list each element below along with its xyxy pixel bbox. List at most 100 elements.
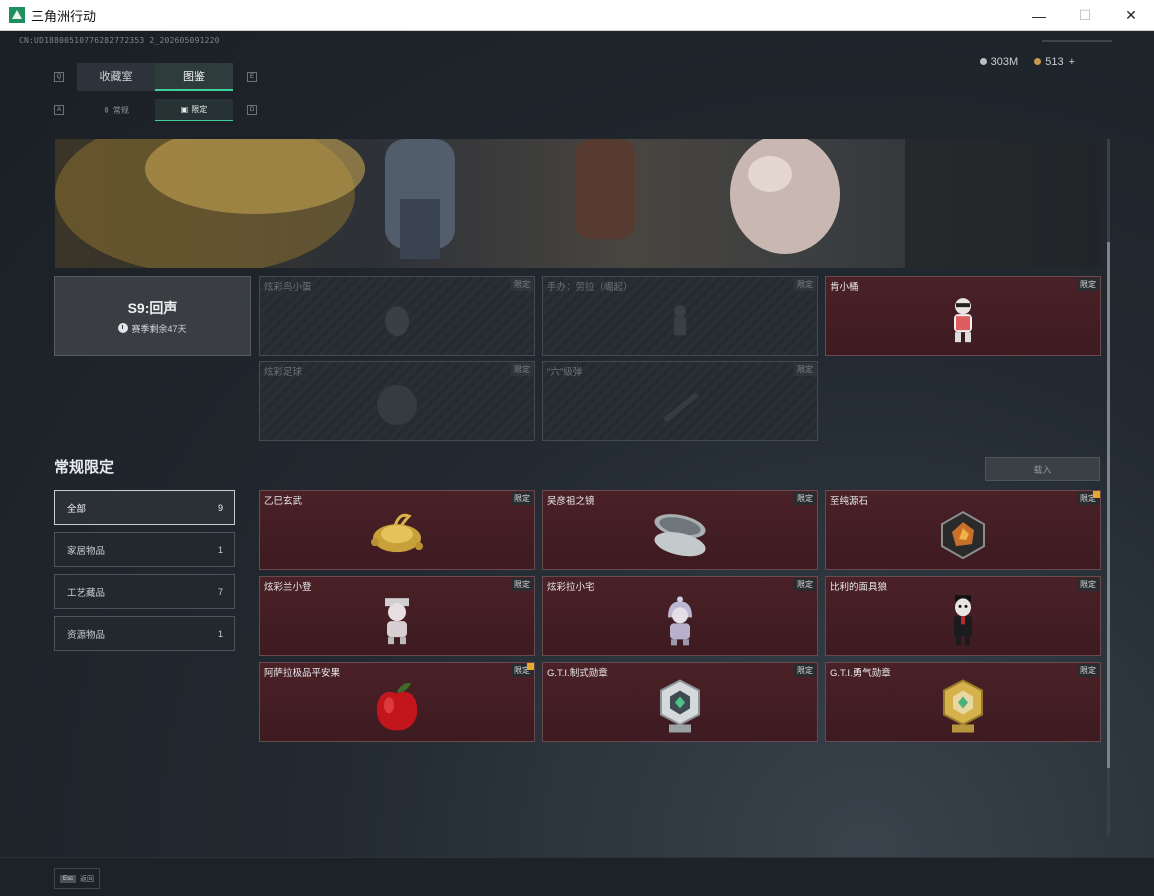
collection-item-card[interactable]: 炫彩拉小宅 限定 xyxy=(542,576,818,656)
item-name: 阿萨拉极品平安果 xyxy=(264,668,341,679)
limited-badge: 限定 xyxy=(794,363,816,376)
filter-count: 1 xyxy=(217,628,223,639)
item-name: 吴彦祖之镜 xyxy=(547,496,595,507)
maximize-button[interactable]: ☐ xyxy=(1062,0,1108,31)
hooded-figurine-icon xyxy=(668,596,692,646)
season-item-card[interactable]: 炫彩鸟小蛋 限定 xyxy=(259,276,535,356)
top-divider xyxy=(1042,40,1112,42)
silver-medal-icon xyxy=(660,679,700,733)
gold-medal-icon xyxy=(943,679,983,733)
hint-key-a: A xyxy=(54,105,64,115)
silver-currency: 303M xyxy=(979,56,1019,68)
minimize-button[interactable]: — xyxy=(1016,0,1062,31)
football-icon xyxy=(377,385,417,425)
limited-badge: 限定 xyxy=(1077,278,1099,291)
item-name: G.T.I.勇气勋章 xyxy=(830,668,891,679)
tab-regular[interactable]: ⚱ 常规 xyxy=(77,99,155,121)
season-item-card[interactable]: 炫彩足球 限定 xyxy=(259,361,535,441)
esc-key-hint: Esc xyxy=(60,874,77,883)
window-title: 三角洲行动 xyxy=(31,8,97,24)
clock-icon xyxy=(118,323,129,333)
collection-item-card[interactable]: G.T.I.勇气勋章 限定 xyxy=(825,662,1101,742)
collection-item-card[interactable]: G.T.I.制式勋章 限定 xyxy=(542,662,818,742)
gold-coin-icon xyxy=(1034,58,1042,65)
figurine-icon xyxy=(385,598,409,645)
season-item-card[interactable]: "六"级弹 限定 xyxy=(542,361,818,441)
filter-count: 9 xyxy=(217,502,223,513)
content-scrollbar[interactable] xyxy=(1107,139,1110,836)
close-button[interactable]: ✕ xyxy=(1108,0,1154,31)
filter-label: 全部 xyxy=(67,503,87,515)
delta-force-logo-icon xyxy=(9,7,25,23)
user-id-text: CN:UD18800510776282772353 2_202605091220 xyxy=(19,36,220,45)
item-name: 肯小桶 xyxy=(830,282,859,293)
silver-coin-icon xyxy=(979,58,987,65)
limited-badge: 限定 xyxy=(511,492,533,505)
puppet-icon xyxy=(954,595,972,646)
item-name: 乙巳玄武 xyxy=(264,496,303,507)
banner-art xyxy=(55,139,1100,268)
item-name: 炫彩拉小宅 xyxy=(547,582,595,593)
window-titlebar: 三角洲行动 — ☐ ✕ xyxy=(0,0,1154,31)
item-name: "六"级弹 xyxy=(547,367,583,378)
collection-item-card[interactable]: 阿萨拉极品平安果 限定 xyxy=(259,662,535,742)
new-alert-icon xyxy=(1093,491,1100,498)
collection-item-card[interactable]: 吴彦祖之镜 限定 xyxy=(542,490,818,570)
item-name: 比利的面具狼 xyxy=(830,582,888,593)
collection-item-card[interactable]: 比利的面具狼 限定 xyxy=(825,576,1101,656)
hint-key-d: D xyxy=(247,105,257,115)
scrollbar-thumb[interactable] xyxy=(1107,242,1110,768)
collection-item-card[interactable]: 炫彩兰小登 限定 xyxy=(259,576,535,656)
load-button[interactable]: 载入 xyxy=(985,457,1100,481)
season-title: S9:回声 xyxy=(127,299,178,316)
limited-badge: 限定 xyxy=(794,578,816,591)
item-name: G.T.I.制式勋章 xyxy=(547,668,608,679)
filter-label: 家居物品 xyxy=(67,545,106,557)
hint-key-q: Q xyxy=(54,72,64,82)
tab-catalog[interactable]: 图鉴 xyxy=(155,63,233,91)
filter-count: 7 xyxy=(217,586,223,597)
filter-resources[interactable]: 资源物品 1 xyxy=(54,616,235,651)
silver-amount: 303M xyxy=(990,56,1019,68)
limited-badge: 限定 xyxy=(511,278,533,291)
limited-badge: 限定 xyxy=(794,278,816,291)
filter-label: 工艺藏品 xyxy=(67,587,106,599)
tab-limited[interactable]: ▣ 限定 xyxy=(155,99,233,121)
season-item-card[interactable]: 手办：劳拉（崛起） 限定 xyxy=(542,276,818,356)
item-name: 至纯源石 xyxy=(830,496,869,507)
season-remaining: 赛季剩余47天 xyxy=(118,322,187,335)
limited-badge: 限定 xyxy=(511,578,533,591)
limited-badge: 限定 xyxy=(794,664,816,677)
back-label: 返回 xyxy=(80,875,95,883)
filter-household[interactable]: 家居物品 1 xyxy=(54,532,235,567)
item-name: 炫彩鸟小蛋 xyxy=(264,282,312,293)
filter-all[interactable]: 全部 9 xyxy=(54,490,235,525)
limited-badge: 限定 xyxy=(794,492,816,505)
limited-icon: ▣ xyxy=(180,105,189,114)
back-button[interactable]: Esc 返回 xyxy=(54,868,101,889)
collection-item-card[interactable]: 至纯源石 限定 xyxy=(825,490,1101,570)
season-banner-image xyxy=(55,139,1100,268)
filter-crafts[interactable]: 工艺藏品 7 xyxy=(54,574,235,609)
gold-amount: 513 xyxy=(1045,56,1064,68)
gold-tortoise-icon xyxy=(371,513,423,553)
limited-badge: 限定 xyxy=(511,363,533,376)
hint-key-e: E xyxy=(247,72,257,82)
new-alert-icon xyxy=(527,663,534,670)
collection-item-card[interactable]: 乙巳玄武 限定 xyxy=(259,490,535,570)
egg-icon xyxy=(385,306,409,337)
apple-icon xyxy=(376,682,418,731)
tab-limited-label: 限定 xyxy=(191,105,208,114)
bullet-icon xyxy=(663,392,699,423)
filter-count: 1 xyxy=(217,544,223,555)
gold-currency[interactable]: 513 + xyxy=(1034,56,1075,68)
tab-collection-room[interactable]: 收藏室 xyxy=(77,63,155,91)
item-name: 炫彩兰小登 xyxy=(264,582,312,593)
figure-icon xyxy=(674,305,686,336)
season-item-card[interactable]: 肯小桶 限定 xyxy=(825,276,1101,356)
compact-mirror-icon xyxy=(654,514,706,557)
tab-regular-label: 常规 xyxy=(112,105,129,115)
season-remaining-text: 赛季剩余47天 xyxy=(131,323,187,334)
section-title: 常规限定 xyxy=(54,459,115,476)
add-currency-button[interactable]: + xyxy=(1069,56,1075,68)
